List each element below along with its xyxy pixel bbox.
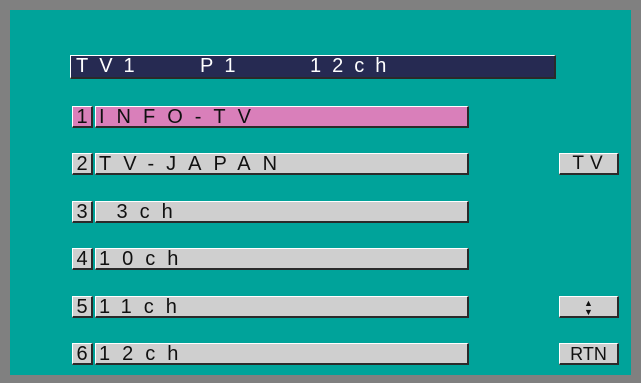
tv-button[interactable]: TV: [559, 153, 619, 175]
scroll-updown-button[interactable]: ▲▼: [559, 296, 619, 318]
return-button[interactable]: RTN: [559, 343, 619, 365]
preset-number[interactable]: 1: [72, 106, 93, 128]
preset-number[interactable]: 2: [72, 153, 93, 175]
preset-label[interactable]: 3ch: [95, 201, 469, 223]
preset-number[interactable]: 5: [72, 296, 93, 318]
up-down-arrows-icon: ▲▼: [584, 297, 593, 317]
preset-row-4[interactable]: 4 10ch: [72, 248, 469, 270]
channel-preset-screen: TV1 P1 12ch 1 INFO-TV 2 TV-JAPAN 3 3ch 4 1…: [10, 10, 631, 375]
status-title-bar: TV1 P1 12ch: [70, 55, 556, 79]
preset-row-1[interactable]: 1 INFO-TV: [72, 106, 469, 128]
preset-row-5[interactable]: 5 11ch: [72, 296, 469, 318]
preset-number[interactable]: 3: [72, 201, 93, 223]
preset-row-6[interactable]: 6 12ch: [72, 343, 469, 365]
preset-label: P1: [200, 55, 247, 77]
current-channel-label: 12ch: [310, 55, 398, 77]
preset-row-3[interactable]: 3 3ch: [72, 201, 469, 223]
preset-number[interactable]: 6: [72, 343, 93, 365]
preset-label[interactable]: 10ch: [95, 248, 469, 270]
preset-row-2[interactable]: 2 TV-JAPAN: [72, 153, 469, 175]
preset-number[interactable]: 4: [72, 248, 93, 270]
preset-label[interactable]: 12ch: [95, 343, 469, 365]
preset-label[interactable]: INFO-TV: [95, 106, 469, 128]
source-label: TV1: [76, 55, 146, 77]
preset-label[interactable]: TV-JAPAN: [95, 153, 469, 175]
preset-label[interactable]: 11ch: [95, 296, 469, 318]
